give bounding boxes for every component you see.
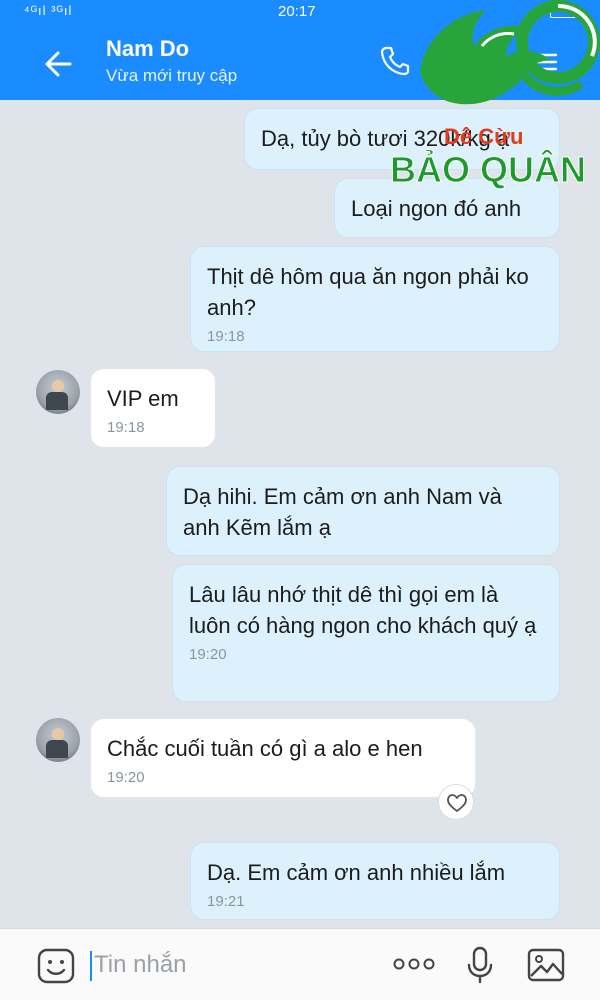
message-time: 19:20: [107, 769, 145, 786]
back-button[interactable]: [40, 44, 80, 84]
message-input[interactable]: [94, 947, 374, 983]
message-text: Dạ hihi. Em cảm ơn anh Nam và anh Kẽm lắ…: [183, 484, 502, 540]
smiley-sticker-icon: [37, 948, 75, 984]
message-bubble-incoming[interactable]: Chắc cuối tuần có gì a alo e hen 19:20: [90, 718, 476, 798]
avatar-body: [46, 392, 68, 410]
brand-logo: Dê Cừu BẢO QUÂN: [382, 0, 600, 191]
avatar-head: [52, 728, 64, 740]
logo-top-text: Dê Cừu: [444, 124, 524, 149]
microphone-icon: [467, 946, 493, 984]
message-text: VIP em: [107, 386, 179, 411]
message-time: 19:20: [189, 646, 227, 663]
message-text: Chắc cuối tuần có gì a alo e hen: [107, 736, 423, 761]
sticker-button[interactable]: [36, 947, 76, 985]
goat-logo-icon: Dê Cừu BẢO QUÂN: [390, 0, 600, 191]
react-button[interactable]: [438, 784, 474, 820]
avatar-body: [46, 740, 68, 758]
message-text: Lâu lâu nhớ thịt dê thì gọi em là luôn c…: [189, 582, 537, 638]
avatar-head: [52, 380, 64, 392]
heart-icon: [447, 794, 467, 812]
voice-button[interactable]: [466, 945, 494, 985]
back-arrow-icon: [45, 51, 72, 77]
message-text: Thịt dê hôm qua ăn ngon phải ko anh?: [207, 264, 529, 320]
message-bubble-outgoing[interactable]: Lâu lâu nhớ thịt dê thì gọi em là luôn c…: [172, 564, 560, 702]
ellipsis-icon: [393, 958, 435, 970]
message-text: Dạ. Em cảm ơn anh nhiều lắm: [207, 860, 506, 885]
image-button[interactable]: [526, 947, 566, 983]
message-time: 19:18: [207, 328, 245, 345]
message-composer: [0, 928, 600, 1000]
text-cursor: [90, 951, 92, 981]
contact-avatar[interactable]: [36, 718, 80, 762]
message-text: Loại ngon đó anh: [351, 196, 522, 221]
more-options-button[interactable]: [392, 955, 436, 973]
message-time: 19:21: [207, 893, 245, 910]
signal-indicator: ⁴ᴳıl ³ᴳıl: [24, 3, 73, 18]
contact-status: Vừa mới truy cập: [106, 66, 238, 85]
message-bubble-outgoing[interactable]: Dạ hihi. Em cảm ơn anh Nam và anh Kẽm lắ…: [166, 466, 560, 556]
message-list[interactable]: Dạ, tủy bò tươi 320k/kg ạ Loại ngon đó a…: [0, 100, 600, 928]
message-bubble-outgoing[interactable]: Dạ. Em cảm ơn anh nhiều lắm 19:21: [190, 842, 560, 920]
message-bubble-incoming[interactable]: VIP em 19:18: [90, 368, 216, 448]
message-bubble-outgoing[interactable]: Thịt dê hôm qua ăn ngon phải ko anh? 19:…: [190, 246, 560, 352]
status-time: 20:17: [278, 3, 316, 20]
message-time: 19:18: [107, 419, 145, 436]
logo-bottom-text: BẢO QUÂN: [390, 148, 586, 190]
contact-avatar[interactable]: [36, 370, 80, 414]
image-gallery-icon: [527, 948, 565, 982]
contact-name[interactable]: Nam Do: [106, 36, 189, 62]
